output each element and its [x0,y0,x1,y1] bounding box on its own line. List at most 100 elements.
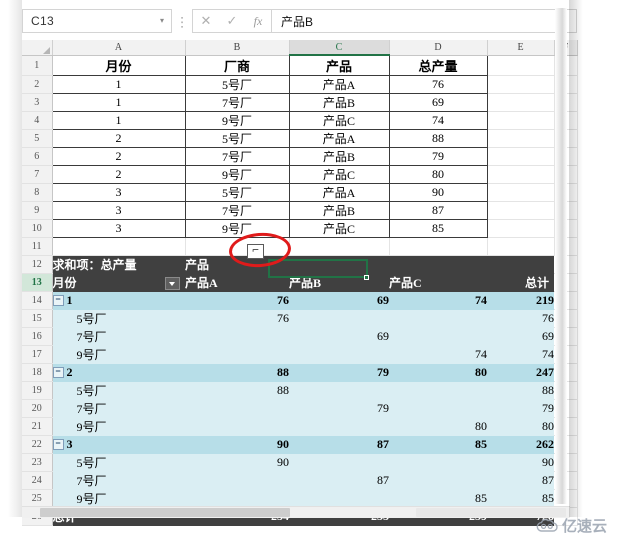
pivot-value-c[interactable]: 74 [389,291,487,310]
cell-a6[interactable]: 2 [51,147,186,166]
column-header-d[interactable]: D [389,40,488,56]
pivot-header-grand-total[interactable]: 总计 [487,273,554,292]
cell-d7[interactable]: 80 [388,165,488,184]
pivot-detail-label[interactable]: 9号厂 [52,417,185,436]
pivot-detail-label[interactable]: 7号厂 [52,327,185,346]
pivot-value-total[interactable]: 87 [487,471,554,490]
cell-e3[interactable] [487,93,555,112]
pivot-value-total[interactable]: 85 [487,489,554,508]
cell-a7[interactable]: 2 [51,165,186,184]
row-header-12[interactable]: 12 [22,255,53,274]
cell-c5[interactable]: 产品A [288,129,390,148]
pivot-value-total[interactable]: 69 [487,327,554,346]
cell-d6[interactable]: 79 [388,147,488,166]
horizontal-scrollbar-thumb[interactable] [40,508,290,517]
pivot-value-total[interactable]: 262 [487,435,554,454]
cell-c2[interactable]: 产品A [288,75,390,94]
pivot-value-c[interactable] [389,327,487,346]
cell-a2[interactable]: 1 [51,75,186,94]
row-header-16[interactable]: 16 [22,327,53,346]
cell-b8[interactable]: 5号厂 [184,183,290,202]
confirm-icon[interactable]: ✓ [219,10,245,32]
pivot-value-title[interactable]: 求和项：总产量 [52,255,185,274]
cell-c3[interactable]: 产品B [288,93,390,112]
selection-fill-handle[interactable] [364,275,369,280]
pivot-value-b[interactable] [289,453,389,472]
row-header-19[interactable]: 19 [22,381,53,400]
pivot-value-total[interactable]: 74 [487,345,554,364]
row-header-15[interactable]: 15 [22,309,53,328]
cell-e9[interactable] [487,201,555,220]
row-header-24[interactable]: 24 [22,471,53,490]
row-header-7[interactable]: 7 [22,165,53,184]
pivot-detail-label[interactable]: 9号厂 [52,489,185,508]
cell-a9[interactable]: 3 [51,201,186,220]
cell-b4[interactable]: 9号厂 [184,111,290,130]
vertical-scrollbar[interactable] [555,8,567,504]
pivot-value-a[interactable] [185,417,289,436]
cell-b6[interactable]: 7号厂 [184,147,290,166]
cell-a10[interactable]: 3 [51,219,186,238]
pivot-value-total[interactable]: 88 [487,381,554,400]
filter-dropdown-icon[interactable] [165,277,180,290]
cell-a4[interactable]: 1 [51,111,186,130]
cell-c9[interactable]: 产品B [288,201,390,220]
cell-c6[interactable]: 产品B [288,147,390,166]
cell-a1[interactable]: 月份 [51,54,186,76]
pivot-value-b[interactable]: 87 [289,435,389,454]
pivot-value-c[interactable] [389,381,487,400]
pivot-title-d12[interactable] [389,255,487,274]
column-header-b[interactable]: B [185,40,290,56]
cell-b2[interactable]: 5号厂 [184,75,290,94]
pivot-detail-label[interactable]: 5号厂 [52,381,185,400]
pivot-value-a[interactable]: 88 [185,363,289,382]
cell-e8[interactable] [487,183,555,202]
cell-b7[interactable]: 9号厂 [184,165,290,184]
cell-d3[interactable]: 69 [388,93,488,112]
pivot-detail-label[interactable]: 7号厂 [52,399,185,418]
row-header-8[interactable]: 8 [22,183,53,202]
pivot-value-c[interactable] [389,453,487,472]
chevron-down-icon[interactable]: ▾ [153,17,171,25]
row-header-11[interactable]: 11 [22,237,53,256]
cell-d4[interactable]: 74 [388,111,488,130]
pivot-value-c[interactable] [389,471,487,490]
cell-e7[interactable] [487,165,555,184]
pivot-value-b[interactable]: 69 [289,291,389,310]
row-header-5[interactable]: 5 [22,129,53,148]
pivot-value-total[interactable]: 80 [487,417,554,436]
cell-e4[interactable] [487,111,555,130]
cell-e10[interactable] [487,219,555,238]
pivot-value-c[interactable]: 85 [389,489,487,508]
pivot-value-a[interactable] [185,327,289,346]
pivot-value-total[interactable]: 79 [487,399,554,418]
pivot-value-a[interactable] [185,399,289,418]
cell-e1[interactable] [487,55,555,76]
row-header-9[interactable]: 9 [22,201,53,220]
cell-c4[interactable]: 产品C [288,111,390,130]
row-header-25[interactable]: 25 [22,489,53,508]
cell-d1[interactable]: 总产量 [388,54,488,76]
pivot-value-a[interactable] [185,345,289,364]
pivot-value-c[interactable]: 80 [389,417,487,436]
select-all-corner[interactable] [22,40,53,56]
pivot-detail-label[interactable]: 9号厂 [52,345,185,364]
row-header-14[interactable]: 14 [22,291,53,310]
row-header-21[interactable]: 21 [22,417,53,436]
cell-a3[interactable]: 1 [51,93,186,112]
pivot-group-label[interactable]: −1 [52,291,185,310]
column-header-c[interactable]: C [289,40,390,56]
pivot-value-c[interactable]: 85 [389,435,487,454]
row-header-3[interactable]: 3 [22,93,53,112]
pivot-value-b[interactable]: 87 [289,471,389,490]
column-header-e[interactable]: E [487,40,555,56]
cell-c7[interactable]: 产品C [288,165,390,184]
collapse-icon[interactable]: − [52,294,64,306]
row-header-13[interactable]: 13 [22,273,53,292]
pivot-value-a[interactable]: 90 [185,435,289,454]
pivot-value-b[interactable]: 79 [289,399,389,418]
cell-c10[interactable]: 产品C [288,219,390,238]
pivot-detail-label[interactable]: 5号厂 [52,309,185,328]
cell-c8[interactable]: 产品A [288,183,390,202]
column-header-a[interactable]: A [52,40,186,56]
